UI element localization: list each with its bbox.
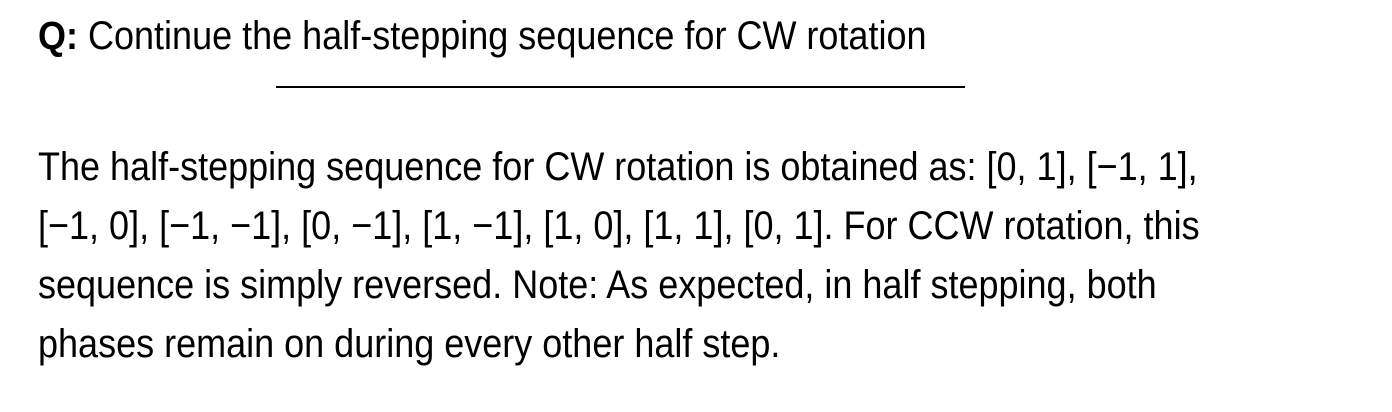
- question-label: Q:: [38, 14, 78, 58]
- answer-paragraph: The half-stepping sequence for CW rotati…: [38, 138, 1325, 374]
- answer-divider: [276, 86, 965, 88]
- answer-line: [−1, 0], [−1, −1], [0, −1], [1, −1], [1,…: [38, 204, 1200, 248]
- question-text: Continue the half-stepping sequence for …: [88, 14, 927, 58]
- answer-line: phases remain on during every other half…: [38, 322, 781, 366]
- answer-line: sequence is simply reversed. Note: As ex…: [38, 263, 1157, 307]
- question: Q: Continue the half-stepping sequence f…: [38, 10, 927, 62]
- answer-line: The half-stepping sequence for CW rotati…: [38, 145, 1198, 189]
